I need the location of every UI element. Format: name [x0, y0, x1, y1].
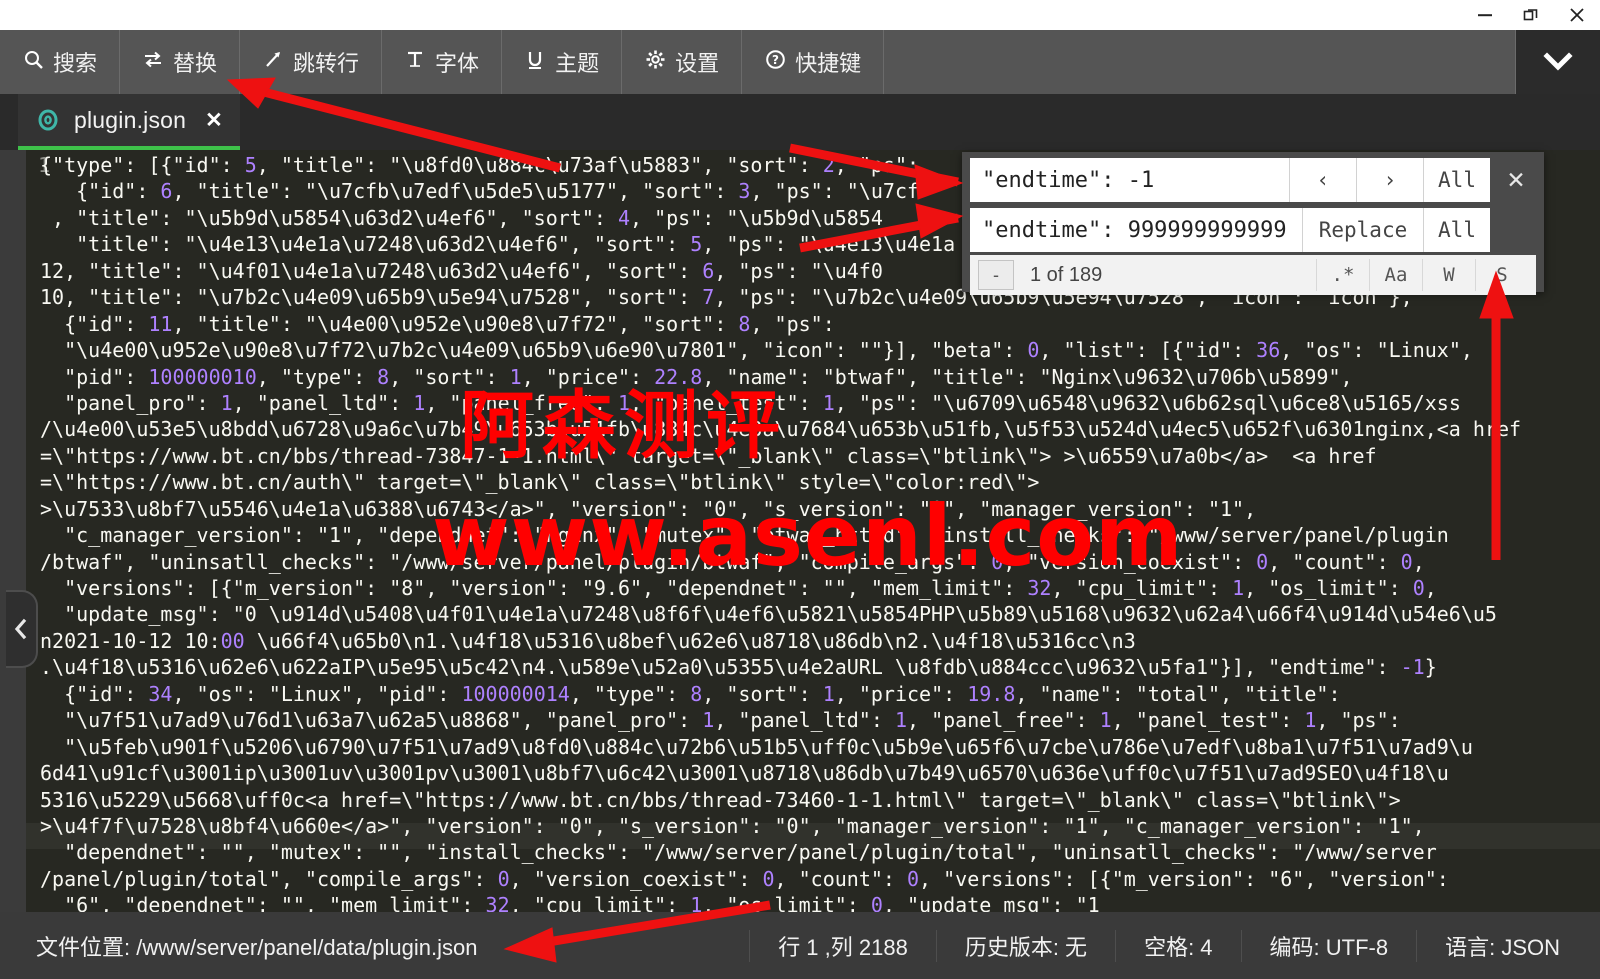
selection-toggle[interactable]: S	[1475, 259, 1528, 291]
replace-all-button[interactable]: All	[1423, 208, 1490, 252]
code-line: .\u4f18\u5316\u62e6\u622aIP\u5e95\u5c42\…	[40, 655, 1437, 680]
code-line: "update_msg": "0 \u914d\u5408\u4f01\u4e1…	[40, 602, 1497, 627]
toggle-replace-button[interactable]: -	[978, 260, 1014, 290]
code-line: /btwaf", "uninsatll_checks": "/www/serve…	[40, 549, 1425, 574]
editor-gutter	[0, 150, 26, 912]
file-location-label: 文件位置:	[36, 934, 131, 960]
code-line: /\u4e00\u53e5\u8bdd\u6728\u9a6c\u7b49\u6…	[40, 417, 1522, 442]
replace-input[interactable]: "endtime": 999999999999	[970, 208, 1302, 252]
window-titlebar	[0, 0, 1600, 30]
find-all-button[interactable]: All	[1423, 158, 1490, 202]
toolbar-button-font[interactable]: 字体	[382, 30, 503, 94]
toolbar-label-theme: 主题	[555, 51, 600, 76]
status-cells: 行 1 ,列 2188 历史版本: 无 空格: 4 编码: UTF-8 语言: …	[749, 929, 1600, 962]
gear-icon	[644, 49, 666, 76]
find-replace-panel[interactable]: "endtime": -1 ‹ › All ✕ "endtime": 99999…	[962, 152, 1544, 295]
font-icon	[404, 49, 426, 76]
code-line: >\u4f7f\u7528\u8bf4\u660e</a>", "version…	[40, 813, 1425, 838]
toolbar-label-font: 字体	[435, 51, 480, 76]
status-encoding[interactable]: 编码: UTF-8	[1240, 929, 1417, 962]
replace-row: "endtime": 999999999999 Replace All	[970, 208, 1536, 252]
toolbar-button-theme[interactable]: 主题	[502, 30, 623, 94]
match-count-label: 1 of 189	[1030, 263, 1103, 286]
code-line: n2021-10-12 10:00 \u66f4\u65b0\n1.\u4f18…	[40, 628, 1136, 653]
help-circle-icon: ?	[764, 49, 786, 76]
code-line: "dependnet": "", "mutex": "", "install_c…	[40, 840, 1437, 865]
toolbar-button-search[interactable]: 搜索	[0, 30, 121, 94]
find-actions: ‹ › All	[1289, 158, 1490, 202]
replace-actions: Replace All	[1302, 208, 1490, 252]
code-line: "\u4e00\u952e\u90e8\u7f72\u7b2c\u4e09\u6…	[40, 338, 1473, 363]
minimize-icon[interactable]	[1462, 0, 1508, 30]
svg-text:?: ?	[772, 53, 779, 67]
tab-strip: plugin.json ✕	[0, 94, 1600, 150]
code-line: {"id": 34, "os": "Linux", "pid": 1000000…	[40, 681, 1341, 706]
json-file-icon	[35, 107, 61, 133]
goto-line-icon	[262, 49, 284, 76]
toolbar-items: 搜索 替换 跳转行 字体 主题 设置 ? 快捷键	[0, 30, 885, 94]
code-line: >\u7533\u8bf7\u5546\u4e1a\u6388\u6743</a…	[40, 496, 1257, 521]
whole-word-toggle[interactable]: W	[1422, 259, 1475, 291]
match-case-toggle[interactable]: Aa	[1369, 259, 1422, 291]
toolbar-button-replace[interactable]: 替换	[120, 30, 241, 94]
close-icon[interactable]	[1554, 0, 1600, 30]
toolbar-label-goto-line: 跳转行	[293, 51, 360, 76]
code-line: "pid": 100000010, "type": 8, "sort": 1, …	[40, 364, 1353, 389]
tab-label: plugin.json	[74, 106, 187, 133]
file-location-value: /www/server/panel/data/plugin.json	[136, 934, 478, 960]
code-line: "c_manager_version": "1", "dependnet": "…	[40, 523, 1449, 548]
replace-button[interactable]: Replace	[1302, 208, 1423, 252]
status-indent[interactable]: 空格: 4	[1115, 929, 1240, 962]
code-line: /panel/plugin/total", "compile_args": 0,…	[40, 866, 1449, 891]
close-find-panel-icon[interactable]: ✕	[1496, 158, 1536, 202]
toolbar-button-settings[interactable]: 设置	[622, 30, 743, 94]
tab-close-icon[interactable]: ✕	[205, 108, 223, 133]
status-bar: 文件位置: /www/server/panel/data/plugin.json…	[0, 912, 1600, 979]
toolbar-label-shortcuts: 快捷键	[795, 51, 862, 76]
toolbar-label-settings: 设置	[675, 51, 720, 76]
code-line: "versions": [{"m_version": "8", "version…	[40, 576, 1437, 600]
toolbar-label-replace: 替换	[173, 51, 218, 76]
sidebar-collapse-handle[interactable]	[6, 590, 38, 668]
code-line: 5316\u5229\u5668\uff0c<a href=\"https://…	[40, 787, 1401, 812]
code-line: "\u7f51\u7ad9\u76d1\u63a7\u62a5\u8868", …	[40, 708, 1401, 733]
toolbar-spacer	[884, 30, 1516, 94]
search-icon	[22, 49, 44, 76]
code-line: 6d41\u91cf\u3001ip\u3001uv\u3001pv\u3001…	[40, 761, 1449, 786]
find-next-button[interactable]: ›	[1356, 158, 1423, 202]
find-previous-button[interactable]: ‹	[1289, 158, 1356, 202]
code-line: {"id": 11, "title": "\u4e00\u952e\u90e8\…	[40, 311, 835, 336]
toolbar-label-search: 搜索	[53, 51, 98, 76]
regex-toggle[interactable]: .*	[1316, 259, 1369, 291]
toolbar-button-shortcuts[interactable]: ? 快捷键	[742, 30, 885, 94]
find-status-row: - 1 of 189 .* Aa W S	[970, 255, 1536, 295]
editor-window: 搜索 替换 跳转行 字体 主题 设置 ? 快捷键 plugin.json ✕ 1…	[0, 0, 1600, 979]
replace-icon	[142, 49, 164, 76]
replace-row-spacer	[1496, 208, 1536, 252]
status-language[interactable]: 语言: JSON	[1416, 929, 1600, 962]
code-line: "\u5feb\u901f\u5206\u6790\u7f51\u7ad9\u8…	[40, 734, 1473, 759]
theme-icon	[524, 49, 546, 76]
toolbar-button-goto-line[interactable]: 跳转行	[240, 30, 383, 94]
find-options: .* Aa W S	[1316, 259, 1528, 291]
tab-plugin-json[interactable]: plugin.json ✕	[18, 94, 240, 150]
status-cursor-position: 行 1 ,列 2188	[749, 929, 936, 962]
editor-toolbar: 搜索 替换 跳转行 字体 主题 设置 ? 快捷键	[0, 30, 1600, 94]
code-line: "panel_pro": 1, "panel_ltd": 1, "panel_f…	[40, 390, 1461, 415]
find-input[interactable]: "endtime": -1	[970, 158, 1289, 202]
code-line: =\"https://www.bt.cn/auth\" target=\"_bl…	[40, 470, 1040, 495]
status-history-version[interactable]: 历史版本: 无	[935, 929, 1115, 962]
find-row: "endtime": -1 ‹ › All ✕	[970, 158, 1536, 202]
chevron-down-icon[interactable]	[1516, 30, 1600, 94]
maximize-icon[interactable]	[1508, 0, 1554, 30]
code-line: =\"https://www.bt.cn/bbs/thread-73847-1-…	[40, 443, 1377, 468]
file-location: 文件位置: /www/server/panel/data/plugin.json	[0, 930, 477, 962]
code-line: "6", "dependnet": "", "mem_limit": 32, "…	[40, 893, 1100, 912]
